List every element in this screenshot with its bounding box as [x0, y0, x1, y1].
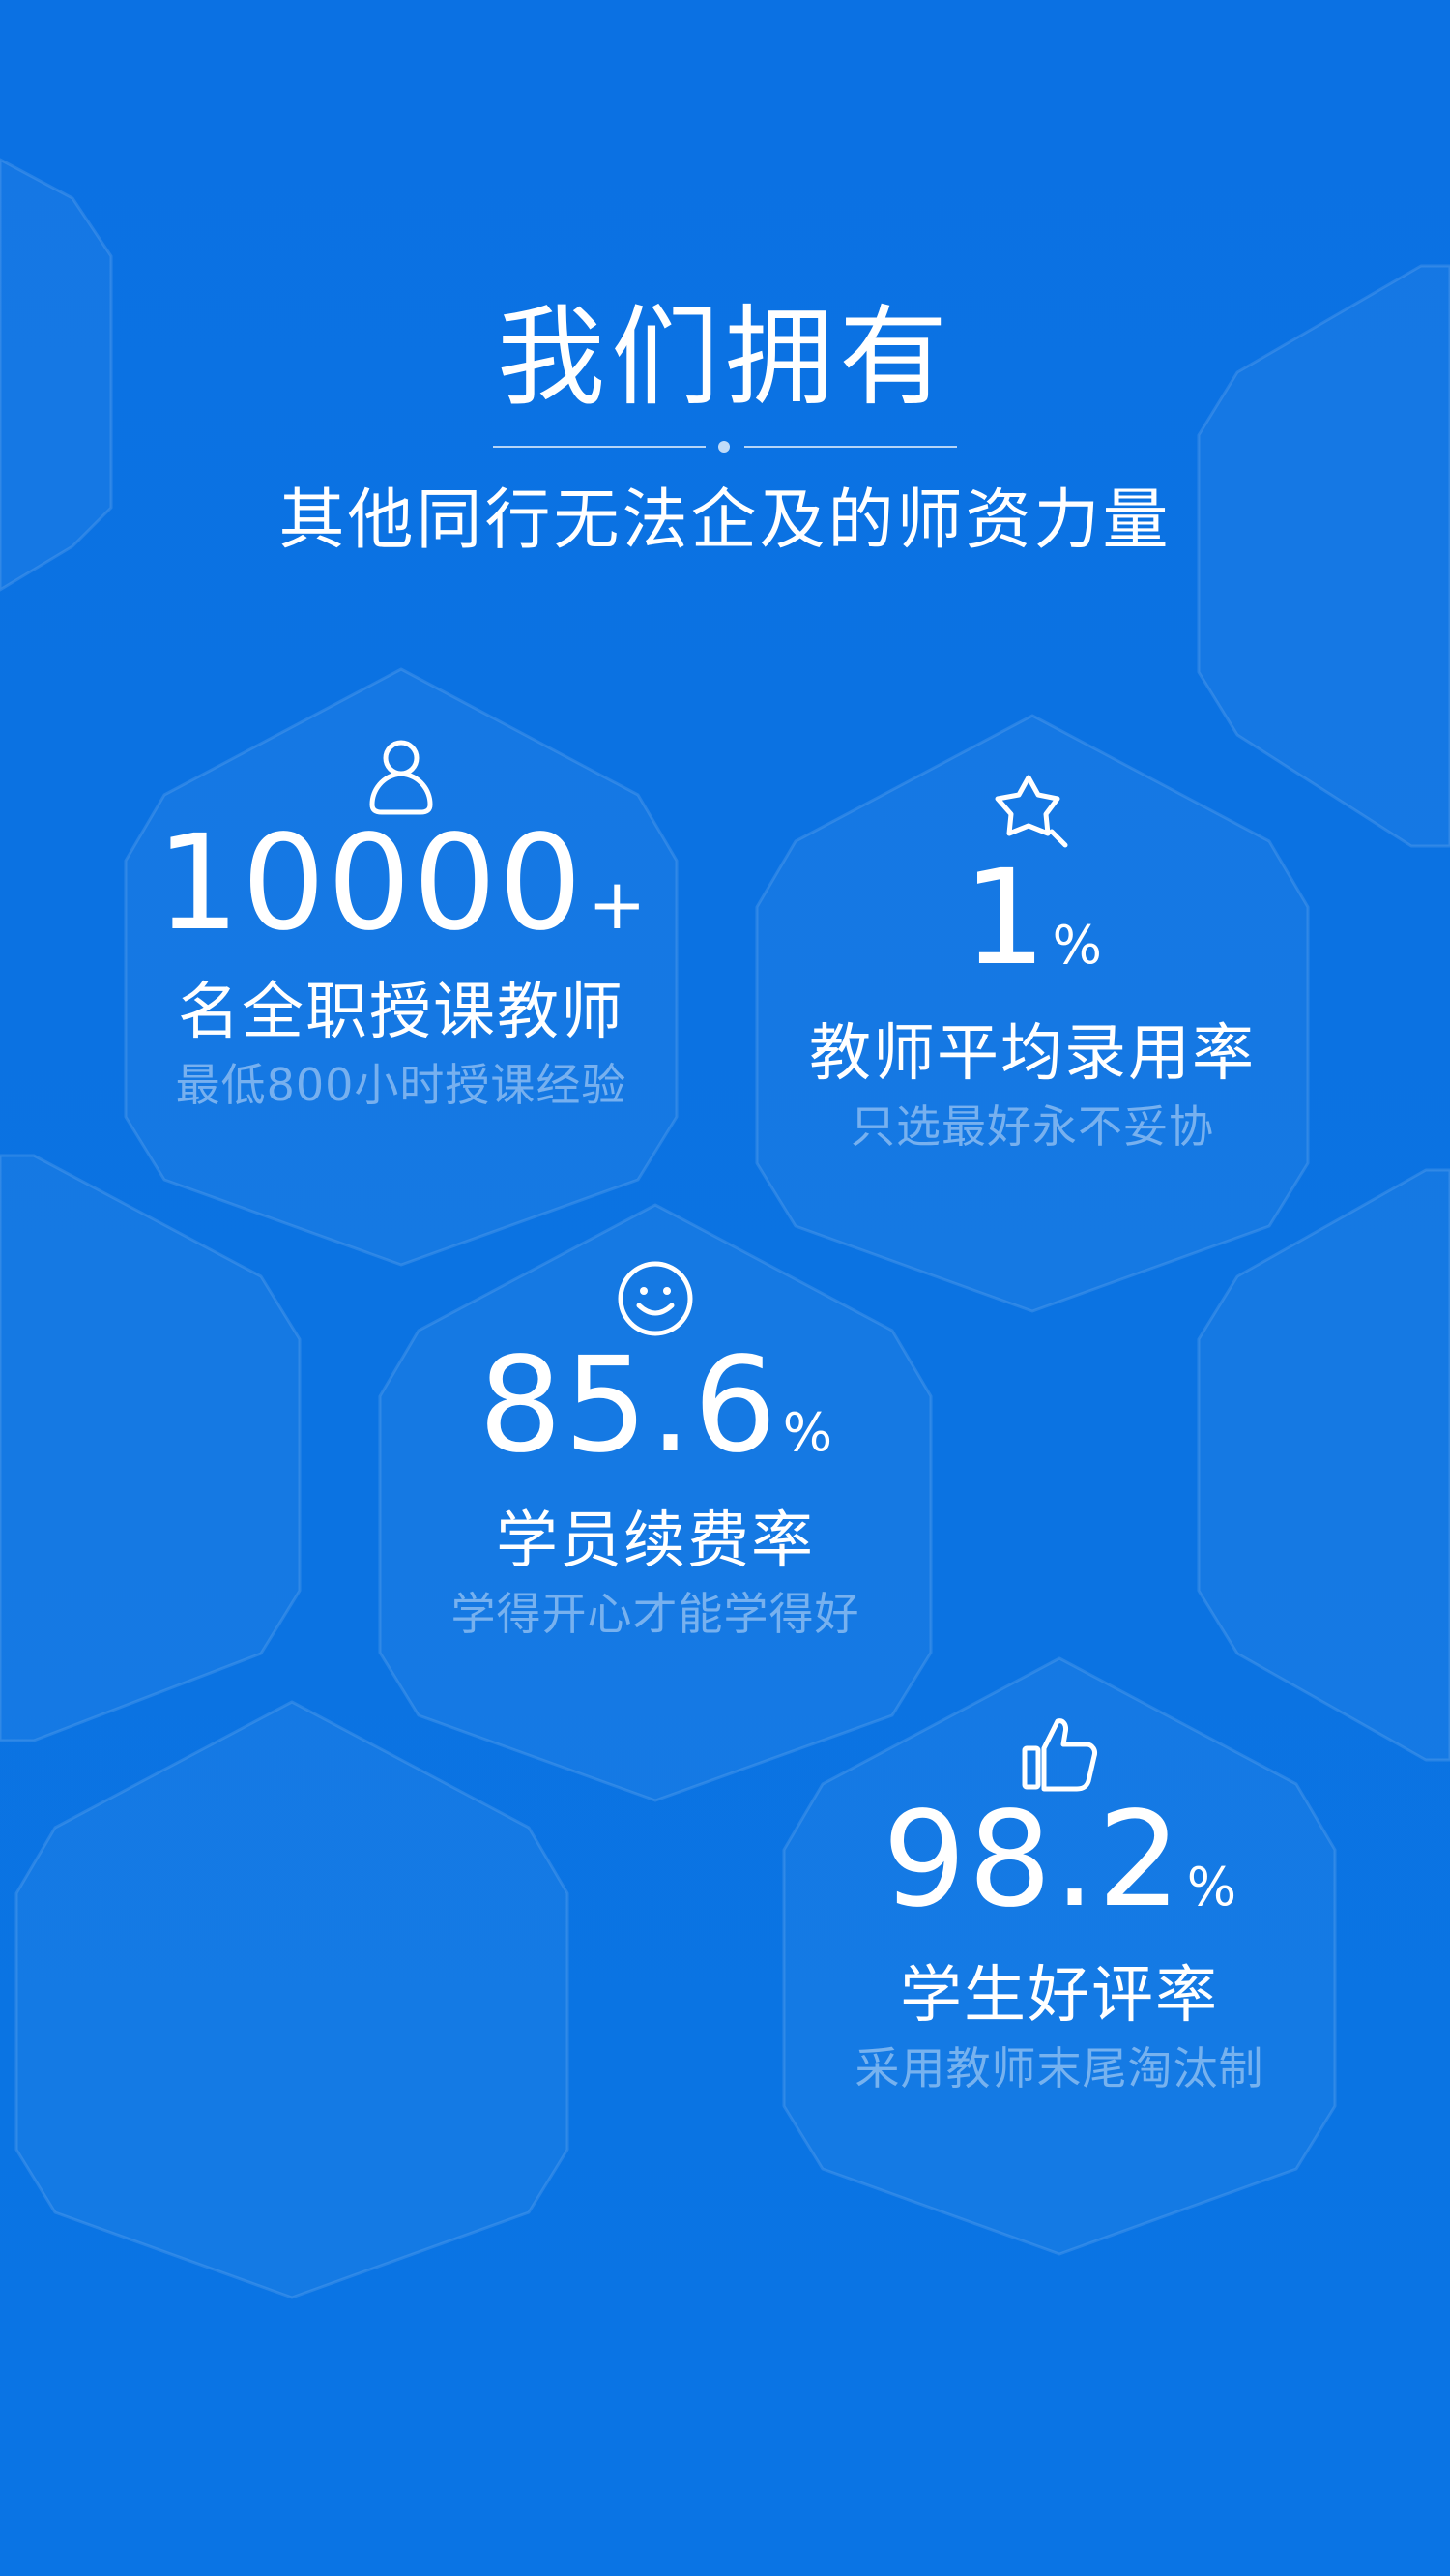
stat-value: 85.6%	[365, 1338, 945, 1501]
stat-number: 98.2	[882, 1784, 1183, 1937]
header: 我们拥有 其他同行无法企及的师资力量	[0, 290, 1450, 565]
thumbs-up-icon	[1022, 1718, 1097, 1792]
page-title: 我们拥有	[497, 295, 953, 421]
stat-unit: %	[1186, 1857, 1237, 1917]
stat-card-renewal-rate: 85.6% 学员续费率 学得开心才能学得好	[365, 1259, 945, 1646]
stat-label: 学生好评率	[900, 1960, 1219, 2032]
stat-number: 85.6	[478, 1330, 779, 1482]
stat-card-hiring-rate: 1% 教师平均录用率 只选最好永不妥协	[742, 774, 1322, 1158]
page: 我们拥有 其他同行无法企及的师资力量 10000+ 名全职授课教师 最低800小…	[0, 0, 1450, 2576]
stat-label: 学员续费率	[496, 1506, 815, 1577]
stat-unit: %	[1052, 915, 1102, 976]
bg-hexagon	[14, 1700, 569, 2299]
stat-caption: 最低800小时授课经验	[175, 1059, 627, 1111]
stat-card-teachers: 10000+ 名全职授课教师 最低800小时授课经验	[111, 735, 691, 1117]
bg-hexagon	[1197, 1168, 1450, 1762]
divider-dot	[718, 441, 730, 453]
divider-line-left	[493, 446, 706, 448]
stat-card-rating: 98.2% 学生好评率 采用教师末尾淘汰制	[769, 1713, 1349, 2100]
stat-value: 10000+	[111, 816, 691, 972]
page-subtitle: 其他同行无法企及的师资力量	[278, 483, 1172, 559]
bg-hexagon	[0, 1154, 302, 1742]
stat-value: 98.2%	[769, 1793, 1349, 1955]
title-divider	[493, 437, 957, 456]
stat-caption: 采用教师末尾淘汰制	[855, 2042, 1264, 2094]
smiley-icon	[618, 1261, 693, 1336]
stat-label: 教师平均录用率	[809, 1018, 1256, 1090]
stat-label: 名全职授课教师	[178, 977, 624, 1048]
stat-caption: 只选最好永不妥协	[851, 1100, 1214, 1153]
stat-unit: +	[588, 864, 647, 945]
stat-caption: 学得开心才能学得好	[450, 1588, 860, 1640]
person-icon	[369, 740, 433, 815]
stat-value: 1%	[742, 851, 1322, 1013]
stat-number: 10000	[156, 807, 585, 960]
star-search-icon	[995, 775, 1068, 848]
stat-unit: %	[782, 1402, 833, 1463]
divider-line-right	[744, 446, 957, 448]
stat-number: 1	[963, 842, 1049, 995]
